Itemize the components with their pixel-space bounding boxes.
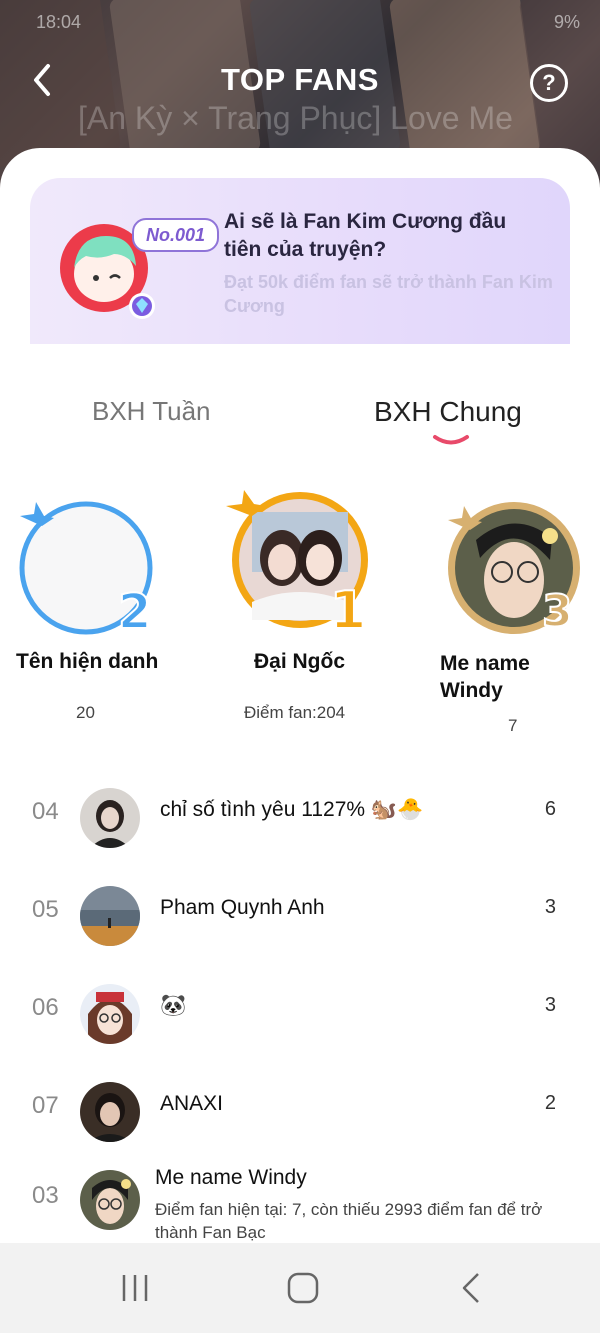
help-button[interactable]: ? (530, 64, 568, 102)
my-rank-number: 03 (32, 1182, 59, 1209)
rank-2-score: 20 (76, 703, 95, 722)
status-battery: 9% (553, 12, 580, 32)
user-score: 6 (544, 798, 556, 820)
rank-1-name: Đại Ngốc (254, 650, 346, 673)
promo-banner[interactable]: No.001 Ai sẽ là Fan Kim Cương đầu tiên c… (30, 178, 570, 344)
background-title: [An Kỳ × Trang Phục] Love Me (78, 100, 513, 136)
question-icon: ? (542, 70, 556, 95)
user-score: 2 (544, 1092, 556, 1114)
ranking-row[interactable]: 07 ANAXI 2 (0, 1072, 600, 1152)
rank-number: 06 (32, 994, 59, 1021)
user-name: chỉ số tình yêu 1127% 🐿️🐣 (160, 798, 424, 821)
rank-3-score: 7 (508, 716, 518, 735)
promo-title: Ai sẽ là Fan Kim Cương đầu tiên của truy… (224, 210, 507, 261)
user-avatar (80, 788, 140, 848)
rank-3-number: 3 (542, 586, 573, 637)
tab-overall[interactable]: BXH Chung (374, 396, 522, 428)
user-name: 🐼 (160, 994, 187, 1017)
rank-1-avatar[interactable]: 1 (222, 482, 382, 638)
rank-number: 04 (32, 798, 59, 825)
user-name: Pham Quynh Anh (160, 896, 325, 919)
promo-badge: No.001 (132, 218, 220, 252)
user-avatar (80, 984, 140, 1044)
user-score: 3 (544, 994, 556, 1016)
status-time: 18:04 (36, 12, 82, 32)
user-avatar (80, 1082, 140, 1142)
user-name: ANAXI (160, 1092, 224, 1115)
ranking-row[interactable]: 06 🐼 3 (0, 974, 600, 1054)
rank-2-name: Tên hiện danh (16, 650, 159, 673)
system-nav-bar (0, 1243, 600, 1333)
rank-1-score: Điểm fan:204 (244, 703, 346, 722)
rank-3-avatar[interactable]: 3 (442, 498, 592, 638)
user-avatar (80, 886, 140, 946)
ranking-row[interactable]: 04 chỉ số tình yêu 1127% 🐿️🐣 6 (0, 778, 600, 858)
main-card: No.001 Ai sẽ là Fan Kim Cương đầu tiên c… (0, 148, 600, 1243)
rank-number: 07 (32, 1092, 59, 1119)
my-rank-row[interactable]: 03 Me name Windy Điểm fan hiện tại: 7, c… (0, 1158, 600, 1242)
rank-2-avatar[interactable]: 2 (14, 496, 164, 638)
back-icon[interactable] (456, 1271, 490, 1305)
active-tab-indicator (433, 435, 469, 445)
recents-icon[interactable] (118, 1271, 152, 1305)
rank-3-name: Me name Windy (440, 652, 530, 702)
home-icon[interactable] (286, 1271, 320, 1305)
my-progress-text: Điểm fan hiện tại: 7, còn thiếu 2993 điể… (155, 1200, 543, 1242)
user-score: 3 (544, 896, 556, 918)
rank-number: 05 (32, 896, 59, 923)
promo-subtitle: Đạt 50k điểm fan sẽ trở thành Fan Kim Cư… (224, 272, 553, 316)
rank-2-number: 2 (118, 584, 151, 638)
my-name: Me name Windy (155, 1166, 307, 1189)
rank-1-number: 1 (330, 581, 366, 638)
my-avatar (80, 1170, 140, 1230)
ranking-row[interactable]: 05 Pham Quynh Anh 3 (0, 876, 600, 956)
tab-weekly[interactable]: BXH Tuần (92, 396, 211, 427)
page-title: TOP FANS (221, 62, 379, 97)
